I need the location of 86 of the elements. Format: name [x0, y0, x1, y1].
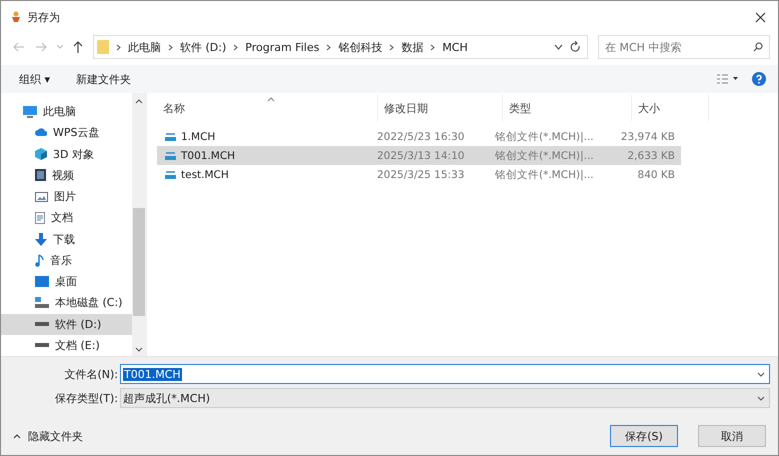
sidebar-item[interactable]: 软件 (D:) [1, 314, 132, 335]
document-icon [35, 212, 45, 224]
help-icon[interactable] [752, 72, 766, 86]
table-cell-text: 铭创文件(*.MCH)|... [494, 148, 595, 164]
caret-up-icon [13, 434, 21, 438]
hide-folders-button[interactable]: 隐藏文件夹 [9, 428, 87, 444]
chevron-icon [326, 44, 332, 50]
sidebar-item[interactable]: 桌面 [1, 271, 132, 292]
up-arrow-icon[interactable] [73, 41, 83, 53]
breadcrumb-item[interactable]: MCH [442, 40, 468, 54]
sidebar-item[interactable]: 本地磁盘 (C:) [1, 292, 132, 314]
column-header[interactable]: 修改日期 [378, 95, 503, 121]
chevron-icon [168, 44, 173, 50]
breadcrumb-item[interactable]: 软件 (D:) [180, 40, 226, 54]
column-header[interactable]: 名称 [157, 95, 378, 121]
sidebar-item[interactable]: 此电脑 [1, 101, 132, 122]
chevron-icon [116, 44, 121, 50]
dropdown-caret-icon [757, 396, 765, 400]
field-label: 文件名(N): [63, 366, 119, 382]
table-cell-text: 2022/5/23 16:30 [376, 130, 466, 144]
sidebar-item[interactable]: 文档 [1, 207, 132, 228]
scroll-up-icon[interactable] [135, 99, 143, 104]
app-icon [11, 11, 21, 23]
sidebar-item[interactable]: 下载 [1, 228, 132, 250]
file-row[interactable]: test.MCH 2025/3/25 15:33 铭创文件(*.MCH)|... 840 KB [157, 165, 681, 184]
cloud-icon [35, 128, 47, 138]
cancel-button[interactable]: 取消 [698, 425, 766, 447]
scrollbar-thumb[interactable] [133, 208, 145, 316]
breadcrumb-item[interactable]: 铭创科技 [338, 40, 382, 54]
breadcrumb-item[interactable]: 此电脑 [128, 40, 161, 54]
field-label: 保存类型(T): [54, 390, 119, 406]
search-icon [753, 42, 763, 52]
column-header[interactable]: 类型 [503, 95, 632, 121]
picture-icon [35, 192, 48, 202]
drive-icon [35, 322, 49, 326]
view-options-icon[interactable] [716, 74, 738, 84]
chevron-icon [430, 44, 436, 50]
computer-icon [23, 106, 37, 118]
file-name: 1.MCH [181, 130, 216, 142]
file-icon [165, 170, 176, 179]
scroll-down-icon[interactable] [135, 347, 143, 352]
download-arrow-icon [35, 232, 47, 246]
sidebar-item[interactable]: 图片 [1, 186, 132, 208]
table-cell-text: 铭创文件(*.MCH)|... [494, 168, 595, 182]
breadcrumb-item[interactable]: 数据 [401, 40, 424, 54]
sidebar-item[interactable]: 视频 [1, 164, 132, 186]
file-icon [165, 132, 176, 141]
file-name: T001.MCH [181, 150, 236, 162]
sidebar-item[interactable]: 3D 对象 [1, 144, 132, 165]
dropdown-caret-icon[interactable] [554, 44, 563, 50]
filename-field[interactable]: T001.MCH [120, 364, 770, 384]
close-icon[interactable] [755, 12, 766, 22]
new-folder-button[interactable]: 新建文件夹 [70, 70, 138, 88]
chevron-icon [233, 44, 238, 50]
table-cell-text: 2025/3/25 15:33 [376, 168, 466, 182]
organize-menu[interactable]: 组织 ▾ [13, 70, 56, 88]
table-cell-text: 23,974 KB [620, 130, 676, 144]
file-icon [165, 151, 176, 160]
column-header[interactable]: 大小 [632, 95, 709, 121]
drive-icon [35, 343, 49, 348]
drive-icon [35, 297, 49, 308]
music-note-icon [35, 254, 44, 267]
breadcrumb-item[interactable]: Program Files [245, 40, 320, 54]
folder-icon [97, 39, 109, 55]
table-cell-text: 铭创文件(*.MCH)|... [494, 130, 595, 144]
sidebar-item[interactable]: 音乐 [1, 250, 132, 271]
address-bar[interactable]: 此电脑 软件 (D:) Program Files 铭创科技 数据 MCH [93, 35, 588, 59]
table-cell-text: 2025/3/13 14:10 [376, 148, 466, 164]
cube-icon [35, 148, 47, 160]
table-cell-text: 840 KB [636, 168, 676, 182]
desktop-icon [35, 276, 49, 288]
search-field[interactable]: 在 MCH 中搜索 [598, 35, 770, 59]
file-row[interactable]: 1.MCH 2022/5/23 16:30 铭创文件(*.MCH)|... 23,974 KB [157, 127, 681, 146]
sidebar-item[interactable]: WPS云盘 [1, 122, 132, 144]
sidebar-item[interactable]: 文档 (E:) [1, 334, 132, 356]
chevron-icon [389, 44, 394, 50]
save-button[interactable]: 保存(S) [610, 425, 678, 447]
scrollbar[interactable] [132, 93, 146, 356]
file-name: test.MCH [181, 168, 229, 180]
dropdown-caret-icon [757, 372, 765, 376]
file-type-dropdown[interactable]: 超声成孔(*.MCH) [120, 388, 770, 408]
film-icon [35, 169, 46, 182]
window-title: 另存为 [27, 10, 60, 24]
file-row[interactable]: T001.MCH 2025/3/13 14:10 铭创文件(*.MCH)|... 2,633 KB [157, 146, 681, 165]
table-cell-text: 2,633 KB [626, 148, 676, 164]
refresh-icon[interactable] [570, 41, 581, 53]
